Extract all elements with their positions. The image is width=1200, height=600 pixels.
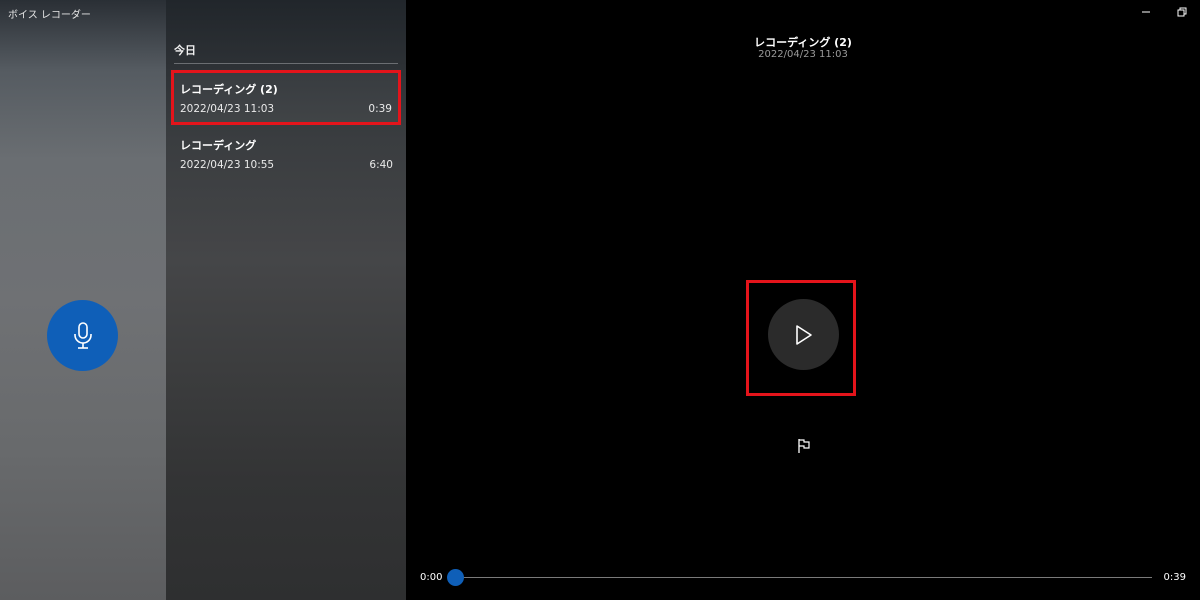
recording-duration: 6:40 [369,159,393,171]
now-playing-title: レコーディング (2) [754,36,852,49]
window-controls [1128,0,1200,24]
restore-button[interactable] [1164,0,1200,24]
recording-item-selected[interactable]: レコーディング (2) 2022/04/23 11:03 0:39 [171,70,401,125]
record-button[interactable] [47,300,118,371]
minimize-button[interactable] [1128,0,1164,24]
recording-name: レコーディング (2) [180,83,278,96]
add-marker-button[interactable] [795,436,813,456]
group-header-today: 今日 [174,42,398,64]
total-duration: 0:39 [1163,572,1186,583]
flag-icon [798,439,810,453]
microphone-icon [73,321,92,349]
recording-date: 2022/04/23 11:03 [180,103,275,115]
playback-panel: レコーディング (2) 2022/04/23 11:03 0:00 0:39 [406,0,1200,600]
recording-duration: 0:39 [368,103,392,115]
play-icon [795,324,812,345]
recording-meta: 2022/04/23 11:03 0:39 [180,103,392,115]
seek-bar[interactable] [455,577,1152,578]
app-title: ボイス レコーダー [8,10,91,21]
app-rail: ボイス レコーダー [0,0,166,600]
now-playing-date: 2022/04/23 11:03 [758,49,848,60]
recording-name: レコーディング [180,139,257,152]
recording-date: 2022/04/23 10:55 [180,159,275,171]
recording-meta: 2022/04/23 10:55 6:40 [180,159,393,171]
restore-icon [1177,7,1187,17]
minimize-icon [1142,11,1150,13]
recordings-list: 今日 レコーディング (2) 2022/04/23 11:03 0:39 レコー… [166,0,406,600]
play-button[interactable] [768,299,839,370]
elapsed-time: 0:00 [420,572,443,583]
seek-thumb[interactable] [446,569,464,586]
recording-item[interactable]: レコーディング 2022/04/23 10:55 6:40 [171,126,401,181]
